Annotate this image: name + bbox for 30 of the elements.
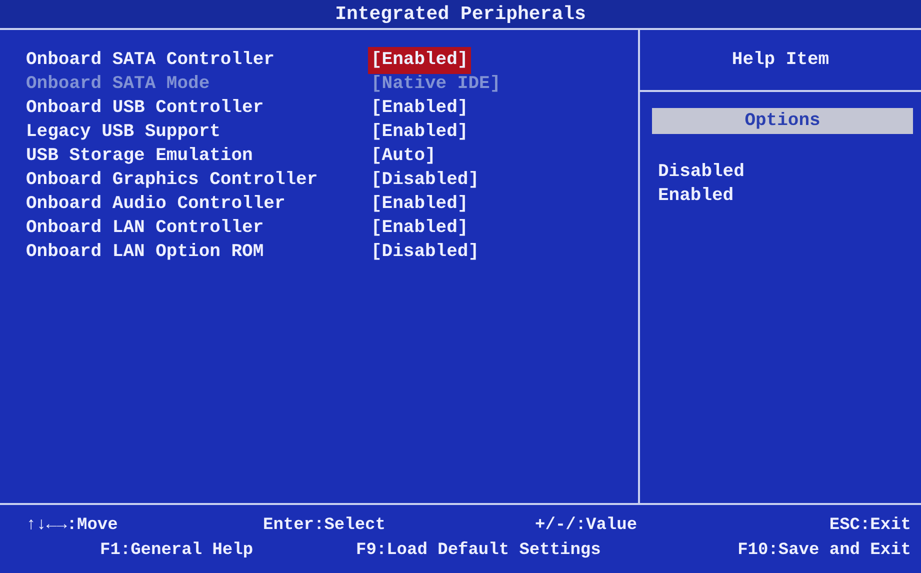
setting-label[interactable]: Onboard LAN Option ROM bbox=[26, 238, 371, 266]
setting-value[interactable]: [Enabled] bbox=[368, 118, 472, 146]
setting-label[interactable]: Legacy USB Support bbox=[26, 118, 371, 146]
setting-label[interactable]: Onboard SATA Controller bbox=[26, 46, 371, 74]
setting-value[interactable]: [Auto] bbox=[368, 142, 439, 170]
key-hint: F9:Load Default Settings bbox=[356, 540, 601, 560]
setting-value[interactable]: [Disabled] bbox=[368, 166, 482, 194]
key-hint: ↑↓←→:Move bbox=[26, 516, 118, 535]
options-header: Options bbox=[652, 108, 913, 134]
setting-value: [Native IDE] bbox=[370, 72, 502, 96]
setting-label[interactable]: Onboard Audio Controller bbox=[26, 190, 371, 218]
setting-value[interactable]: [Enabled] bbox=[368, 94, 472, 122]
setting-label: Onboard SATA Mode bbox=[26, 72, 211, 96]
key-hint: F1:General Help bbox=[100, 540, 254, 560]
setting-label[interactable]: Onboard Graphics Controller bbox=[26, 166, 371, 194]
key-hint: +/-/:Value bbox=[535, 516, 638, 535]
key-hint: ESC:Exit bbox=[829, 516, 911, 535]
key-hint: F10:Save and Exit bbox=[738, 540, 911, 560]
setting-label[interactable]: USB Storage Emulation bbox=[26, 142, 371, 170]
window-title: Integrated Peripherals bbox=[0, 0, 921, 30]
setting-label[interactable]: Onboard USB Controller bbox=[26, 94, 371, 122]
option-text: Enabled bbox=[658, 186, 734, 206]
setting-value[interactable]: [Enabled] bbox=[368, 214, 472, 242]
option-text: Disabled bbox=[658, 162, 744, 182]
setting-value[interactable]: [Disabled] bbox=[368, 238, 482, 266]
help-title: Help Item bbox=[640, 30, 921, 92]
setting-value[interactable]: [Enabled] bbox=[368, 46, 472, 74]
setting-label[interactable]: Onboard LAN Controller bbox=[26, 214, 371, 242]
key-hint: Enter:Select bbox=[263, 516, 386, 535]
setting-value[interactable]: [Enabled] bbox=[368, 190, 472, 218]
